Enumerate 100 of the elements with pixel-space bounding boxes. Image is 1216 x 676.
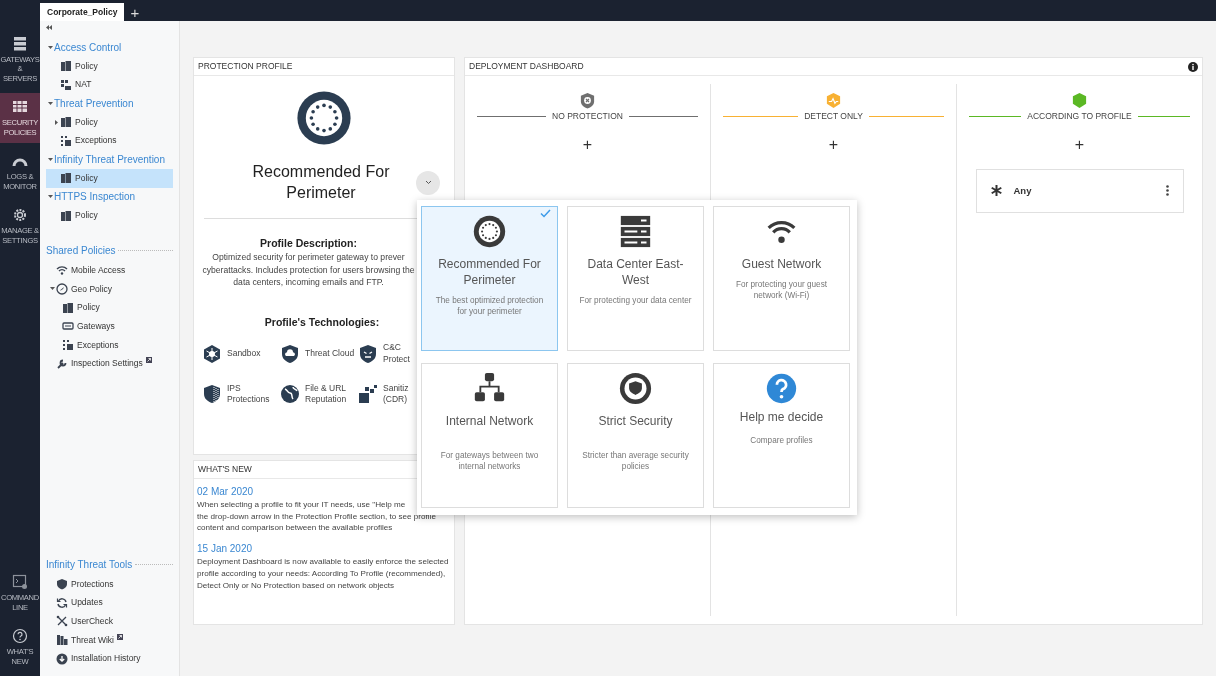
expanded-caret-icon[interactable] <box>49 286 55 292</box>
server-icon <box>12 36 28 52</box>
policy-tab[interactable]: Corporate_Policy <box>40 3 125 21</box>
book-icon <box>60 209 72 222</box>
tree-item[interactable]: Threat Wiki <box>71 633 114 647</box>
collapse-panel-icon[interactable] <box>46 25 52 30</box>
compass-icon <box>56 282 68 295</box>
hexagon-icon <box>202 343 222 364</box>
tree-section[interactable]: HTTPS Inspection <box>54 189 136 205</box>
tree-item[interactable]: Exceptions <box>46 131 173 151</box>
new-tab-button[interactable]: + <box>124 4 146 21</box>
tree-item[interactable]: Inspection Settings <box>71 357 143 371</box>
expanded-caret-icon[interactable] <box>47 44 53 50</box>
profile-card[interactable]: Data Center East-West For protecting your data center <box>567 206 704 351</box>
description-line: cyberattacks. Includes protection for users browsing the <box>201 263 416 277</box>
chevron-down-icon <box>424 180 432 186</box>
expanded-caret-icon[interactable] <box>47 100 53 106</box>
collapsed-caret-icon[interactable] <box>53 119 59 125</box>
description-line: Optimized security for perimeter gateway to prever <box>211 251 406 264</box>
profile-title: Help me decide <box>739 409 824 426</box>
book-icon <box>60 60 72 73</box>
refresh-icon <box>56 596 68 609</box>
profile-subtitle: For protecting your data center <box>579 295 692 307</box>
technology-label: Sanitiz (CDR) <box>383 382 410 405</box>
profile-card[interactable]: Internal Network For gateways between two internal networks <box>421 363 558 508</box>
add-button[interactable]: + <box>822 134 845 155</box>
news-text: When selecting a profile to fit your IT needs, use "Help me <box>197 499 407 511</box>
tree-item[interactable]: UserCheck <box>71 614 114 628</box>
dots-icon <box>60 134 72 147</box>
tree-item[interactable]: Mobile Access <box>71 263 126 277</box>
profile-card[interactable]: Guest Network For protecting your guest network (Wi-Fi) <box>713 206 850 351</box>
group-heading: Infinity Threat Tools <box>46 558 133 573</box>
profile-card[interactable]: Strict Security Stricter than average security policies <box>567 363 704 508</box>
tree-item[interactable]: Installation History <box>71 652 141 666</box>
tree-item[interactable]: Gateways <box>77 319 115 333</box>
book-icon <box>60 172 72 185</box>
globe-icon <box>280 383 300 404</box>
tree-item[interactable]: Exceptions <box>77 338 119 352</box>
dots-icon <box>62 338 74 351</box>
gateway-icon <box>62 320 74 333</box>
tree-section[interactable]: Threat Prevention <box>54 95 134 111</box>
expanded-caret-icon[interactable] <box>47 156 53 162</box>
profile-name: Recommended For Perimeter <box>251 162 391 203</box>
add-button[interactable]: + <box>1068 134 1091 155</box>
tree-item[interactable]: Policy <box>46 168 173 188</box>
column-title: DETECT ONLY <box>803 110 864 123</box>
tree-item[interactable]: Protections <box>71 577 114 591</box>
book-icon <box>60 116 72 129</box>
tree-item[interactable]: Policy <box>46 112 173 132</box>
section-title: Profile Description: <box>259 235 358 251</box>
profile-title: Recommended For Perimeter <box>437 256 542 289</box>
tree-section[interactable]: Access Control <box>54 39 122 55</box>
terminal-icon <box>12 574 28 591</box>
wrench-icon <box>56 357 68 370</box>
column-title: NO PROTECTION <box>551 110 624 123</box>
profile-card[interactable]: Help me decide Compare profiles <box>713 363 850 508</box>
column-title: ACCORDING TO PROFILE <box>1026 110 1133 123</box>
news-text: content and comparison between the available profiles <box>197 522 394 535</box>
add-button[interactable]: + <box>576 134 599 155</box>
wifi-icon <box>56 264 68 277</box>
panel-header: DEPLOYMENT DASHBOARD <box>469 60 584 73</box>
tree-item[interactable]: Policy <box>77 301 100 314</box>
checkmark-icon <box>540 209 551 218</box>
panel-header: PROTECTION PROFILE <box>194 58 454 76</box>
help-icon <box>12 628 28 645</box>
book-icon <box>62 301 74 314</box>
dotted-circle-icon <box>473 215 506 248</box>
tree-item[interactable]: Policy <box>46 56 173 76</box>
shield-circle-icon <box>619 372 652 405</box>
shield-icon <box>56 577 68 590</box>
tree-item[interactable]: Geo Policy <box>71 282 113 296</box>
profile-subtitle: Compare profiles <box>750 435 813 447</box>
tree-item[interactable]: NAT <box>46 75 173 95</box>
download-icon <box>56 652 68 665</box>
profile-subtitle: The best optimized protection for your perimeter <box>434 295 545 318</box>
dotted-circle-icon <box>296 90 352 146</box>
profile-title: Strict Security <box>598 413 673 430</box>
description-line: data centers, incoming emails and FTP. <box>232 276 385 289</box>
server-rack-icon <box>619 215 652 248</box>
shield-icon <box>280 343 300 364</box>
technology-label: C&C Protect <box>383 342 411 365</box>
technology-label: IPS Protections <box>227 382 271 405</box>
news-date[interactable]: 15 Jan 2020 <box>197 541 451 557</box>
profile-card[interactable]: Recommended For Perimeter The best optimized protection for your perimeter <box>421 206 558 351</box>
profile-title: Internal Network <box>445 413 534 430</box>
info-icon[interactable] <box>1188 61 1198 72</box>
group-heading: Shared Policies <box>46 244 116 259</box>
tree-section[interactable]: Infinity Threat Prevention <box>54 151 165 167</box>
blocks-icon <box>358 383 378 404</box>
profile-title: Data Center East-West <box>586 256 685 289</box>
profile-subtitle: For protecting your guest network (Wi-Fi) <box>735 279 828 302</box>
settings-icon <box>12 207 28 224</box>
more-options-icon[interactable] <box>1165 185 1169 197</box>
technology-label: Threat Cloud <box>305 347 356 359</box>
tree-item[interactable]: Updates <box>71 596 103 609</box>
technology-label: Sandbox <box>227 347 262 359</box>
profile-subtitle: Stricter than average security policies <box>581 450 690 473</box>
shield-icon <box>202 383 222 404</box>
tree-item[interactable]: Policy <box>46 206 173 225</box>
expanded-caret-icon[interactable] <box>47 194 53 200</box>
